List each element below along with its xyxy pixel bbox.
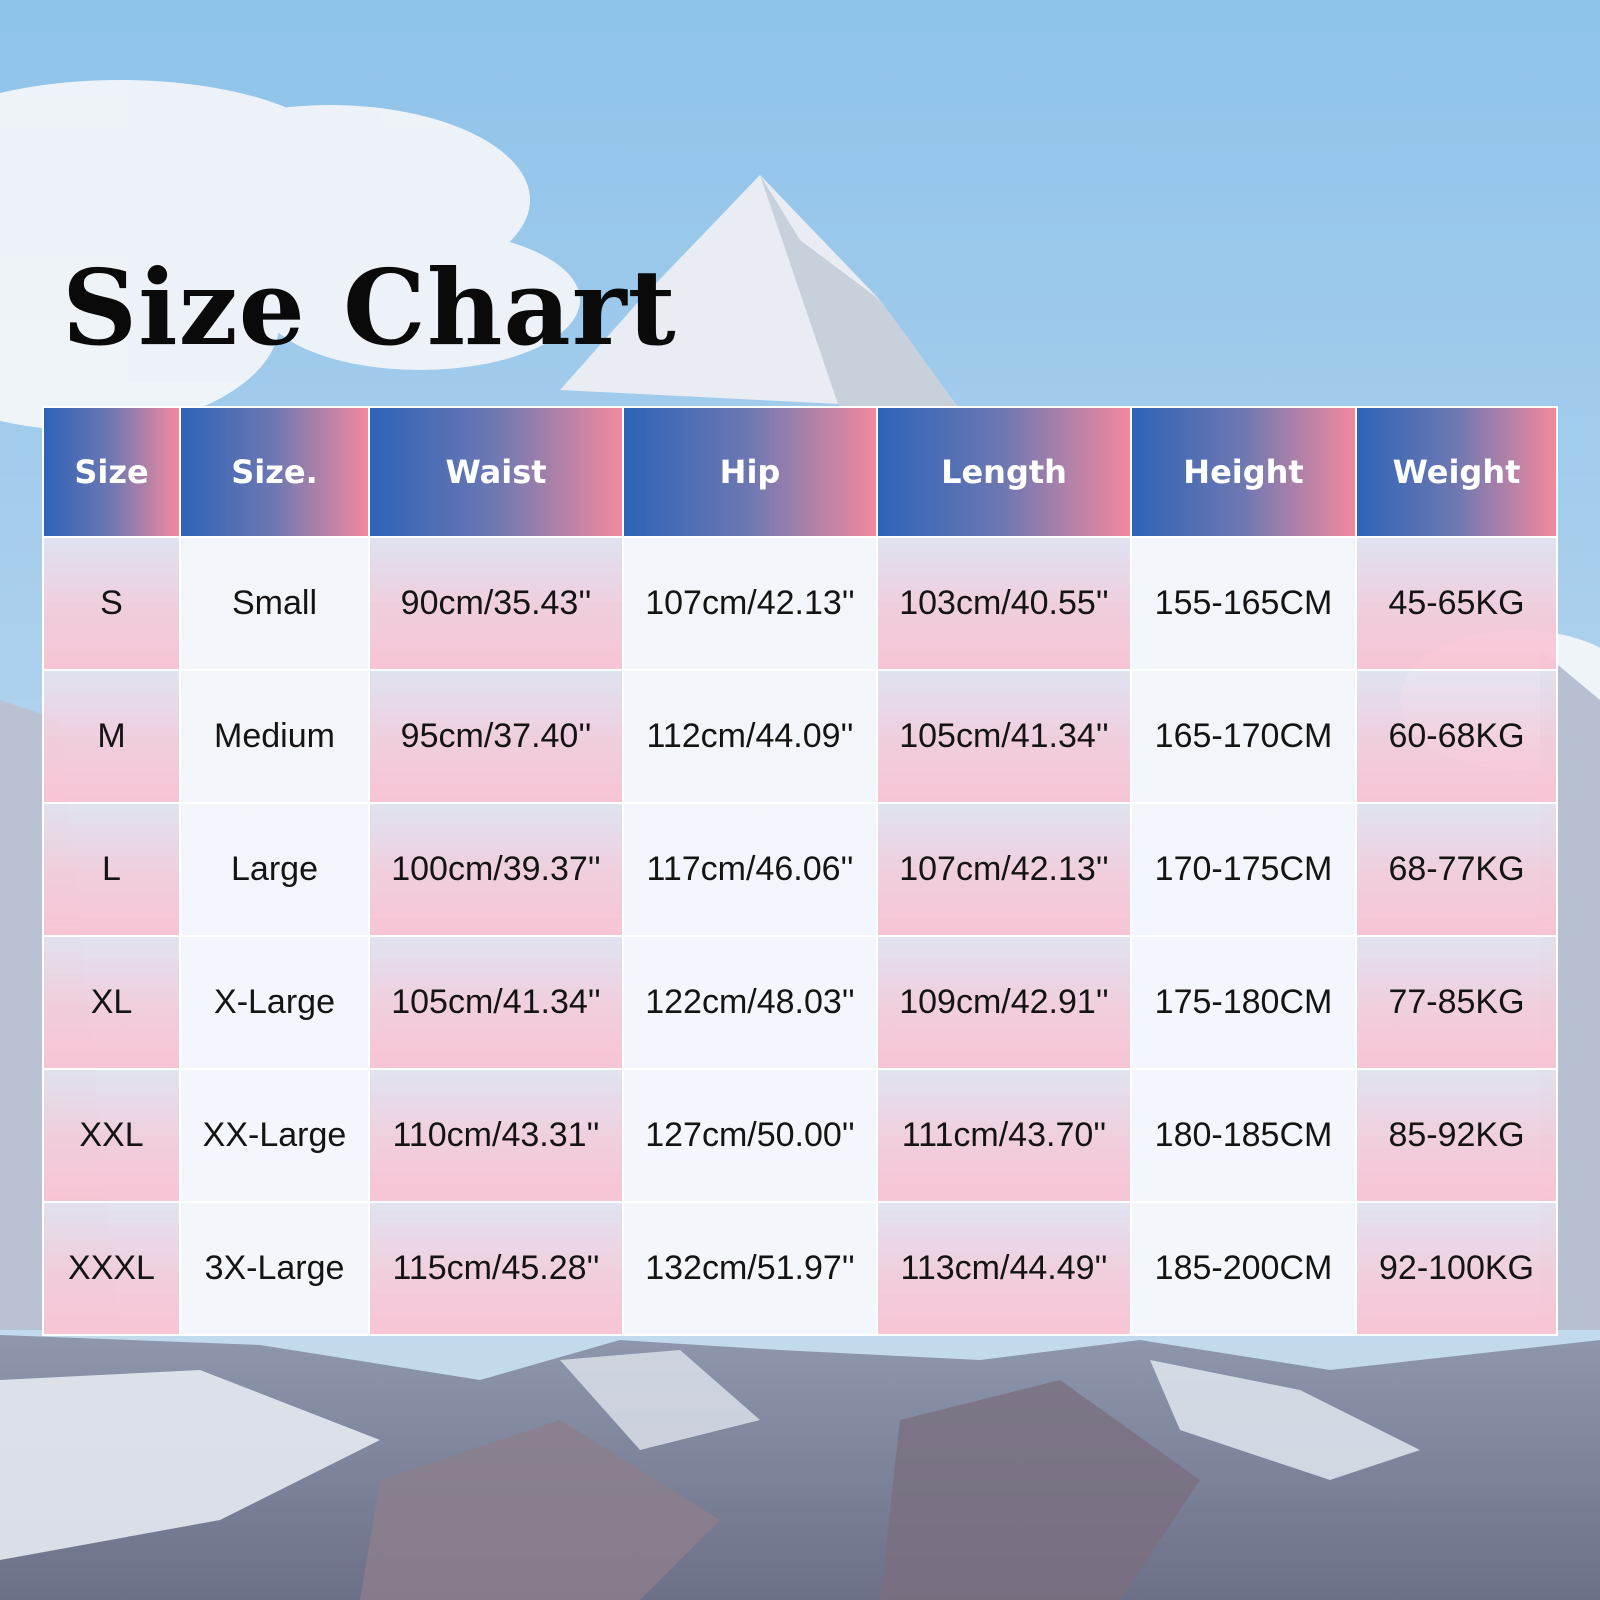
header-row: Size Size. Waist Hip Length Height Weigh… xyxy=(42,406,1558,538)
cell-length: 105cm/41.34'' xyxy=(876,669,1132,804)
cell-height: 165-170CM xyxy=(1130,669,1357,804)
cell-height: 155-165CM xyxy=(1130,536,1357,671)
header-height: Height xyxy=(1130,406,1357,538)
cell-weight: 45-65KG xyxy=(1355,536,1558,671)
cell-length: 113cm/44.49'' xyxy=(876,1201,1132,1336)
cell-length: 107cm/42.13'' xyxy=(876,802,1132,937)
cell-size: L xyxy=(42,802,181,937)
cell-weight: 85-92KG xyxy=(1355,1068,1558,1203)
cell-weight: 60-68KG xyxy=(1355,669,1558,804)
cell-height: 180-185CM xyxy=(1130,1068,1357,1203)
cell-hip: 117cm/46.06'' xyxy=(622,802,878,937)
size-chart-table: Size Size. Waist Hip Length Height Weigh… xyxy=(42,406,1558,1336)
cell-weight: 68-77KG xyxy=(1355,802,1558,937)
page-title: Size Chart xyxy=(62,246,677,369)
cell-waist: 100cm/39.37'' xyxy=(368,802,624,937)
cell-height: 185-200CM xyxy=(1130,1201,1357,1336)
cell-length: 109cm/42.91'' xyxy=(876,935,1132,1070)
cell-size-name: Medium xyxy=(179,669,370,804)
table-row: XL X-Large 105cm/41.34'' 122cm/48.03'' 1… xyxy=(42,935,1558,1070)
table-row: XXXL 3X-Large 115cm/45.28'' 132cm/51.97'… xyxy=(42,1201,1558,1336)
cell-length: 103cm/40.55'' xyxy=(876,536,1132,671)
cell-size: S xyxy=(42,536,181,671)
table-row: M Medium 95cm/37.40'' 112cm/44.09'' 105c… xyxy=(42,669,1558,804)
cell-size-name: 3X-Large xyxy=(179,1201,370,1336)
cell-height: 175-180CM xyxy=(1130,935,1357,1070)
cell-waist: 110cm/43.31'' xyxy=(368,1068,624,1203)
header-waist: Waist xyxy=(368,406,624,538)
cell-size: XL xyxy=(42,935,181,1070)
cell-size-name: Small xyxy=(179,536,370,671)
table-row: L Large 100cm/39.37'' 117cm/46.06'' 107c… xyxy=(42,802,1558,937)
cell-hip: 107cm/42.13'' xyxy=(622,536,878,671)
cell-height: 170-175CM xyxy=(1130,802,1357,937)
header-size-name: Size. xyxy=(179,406,370,538)
cell-size-name: X-Large xyxy=(179,935,370,1070)
cell-waist: 90cm/35.43'' xyxy=(368,536,624,671)
cell-hip: 122cm/48.03'' xyxy=(622,935,878,1070)
header-hip: Hip xyxy=(622,406,878,538)
cell-weight: 92-100KG xyxy=(1355,1201,1558,1336)
cell-waist: 105cm/41.34'' xyxy=(368,935,624,1070)
header-size: Size xyxy=(42,406,181,538)
cell-size: M xyxy=(42,669,181,804)
cell-size: XXL xyxy=(42,1068,181,1203)
cell-weight: 77-85KG xyxy=(1355,935,1558,1070)
table-row: XXL XX-Large 110cm/43.31'' 127cm/50.00''… xyxy=(42,1068,1558,1203)
cell-size: XXXL xyxy=(42,1201,181,1336)
cell-hip: 132cm/51.97'' xyxy=(622,1201,878,1336)
cell-hip: 127cm/50.00'' xyxy=(622,1068,878,1203)
cell-size-name: XX-Large xyxy=(179,1068,370,1203)
cell-length: 111cm/43.70'' xyxy=(876,1068,1132,1203)
header-length: Length xyxy=(876,406,1132,538)
cell-waist: 115cm/45.28'' xyxy=(368,1201,624,1336)
cell-waist: 95cm/37.40'' xyxy=(368,669,624,804)
header-weight: Weight xyxy=(1355,406,1558,538)
cell-size-name: Large xyxy=(179,802,370,937)
cell-hip: 112cm/44.09'' xyxy=(622,669,878,804)
table-row: S Small 90cm/35.43'' 107cm/42.13'' 103cm… xyxy=(42,536,1558,671)
